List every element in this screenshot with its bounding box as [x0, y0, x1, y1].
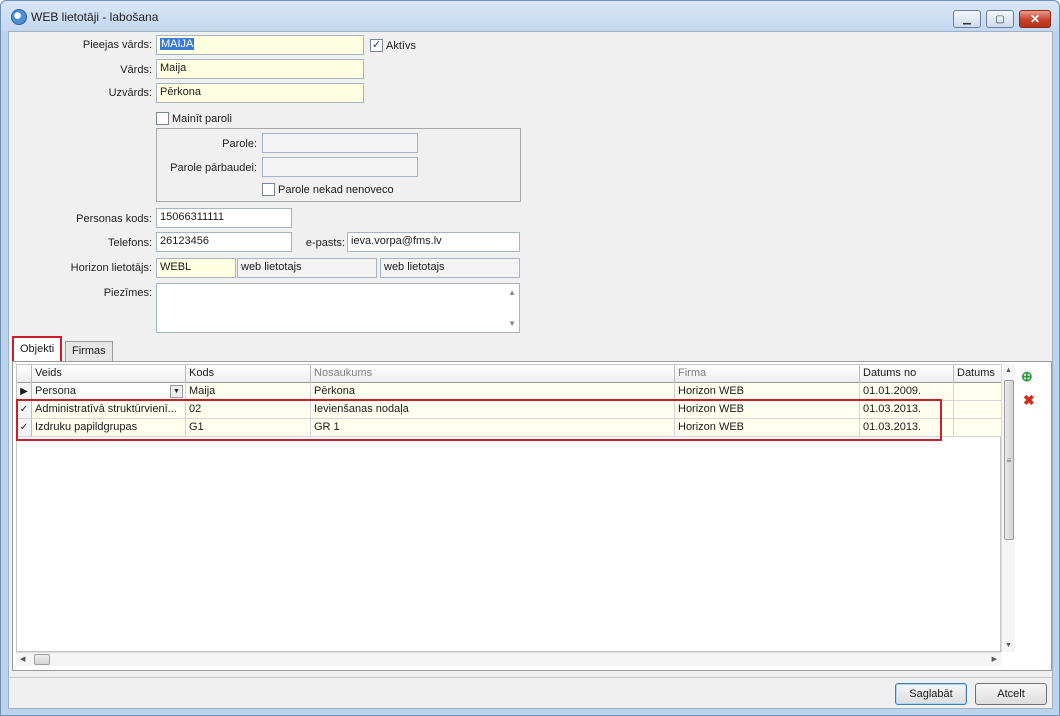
active-checkbox[interactable]: ✓	[370, 39, 383, 52]
login-input[interactable]: MAIJA	[156, 35, 364, 55]
add-row-icon[interactable]: ⊕	[1021, 368, 1033, 385]
never-expires-checkbox[interactable]	[262, 183, 275, 196]
cell-veids-text: Persona	[35, 385, 76, 397]
footer-divider	[9, 677, 1052, 678]
phone-input[interactable]: 26123456	[156, 232, 292, 252]
login-value: MAIJA	[160, 38, 195, 50]
header-indicator	[17, 365, 32, 383]
horizon-user-code-input[interactable]: WEBL	[156, 258, 236, 278]
app-icon	[11, 9, 27, 25]
dropdown-arrow-icon[interactable]: ▼	[170, 385, 183, 398]
column-header-kods[interactable]: Kods	[186, 365, 311, 383]
window-title: WEB lietotāji - labošana	[31, 10, 159, 24]
email-label: e-pasts:	[305, 237, 345, 249]
delete-row-icon[interactable]: ✖	[1023, 392, 1035, 409]
vertical-scrollbar[interactable]: ▲ ≡ ▼	[1001, 364, 1015, 652]
app-window: WEB lietotāji - labošana ▁ ▢ ✕ Pieejas v…	[0, 0, 1060, 716]
column-header-nosaukums[interactable]: Nosaukums	[311, 365, 675, 383]
minimize-button[interactable]: ▁	[953, 10, 981, 28]
column-header-datums-no[interactable]: Datums no	[860, 365, 954, 383]
active-label: Aktīvs	[386, 40, 416, 52]
never-expires-label: Parole nekad nenoveco	[278, 184, 394, 196]
first-name-input[interactable]: Maija	[156, 59, 364, 79]
last-name-input[interactable]: Pērkona	[156, 83, 364, 103]
cancel-button[interactable]: Atcelt	[975, 683, 1047, 705]
scroll-down-icon[interactable]: ▼	[508, 319, 516, 328]
personal-code-input[interactable]: 15066311111	[156, 208, 292, 228]
cell-datums[interactable]	[954, 419, 1002, 437]
objects-grid[interactable]: Veids Kods Nosaukums Firma Datums no Dat…	[16, 364, 1002, 652]
title-bar: WEB lietotāji - labošana ▁ ▢ ✕	[1, 1, 1059, 31]
scroll-up-icon[interactable]: ▲	[508, 288, 516, 297]
tab-firmas[interactable]: Firmas	[65, 341, 113, 361]
column-header-datums[interactable]: Datums	[954, 365, 1002, 383]
horizontal-scrollbar[interactable]: ◀ ▶	[16, 652, 1001, 666]
login-label: Pieejas vārds:	[82, 39, 152, 51]
vertical-scroll-thumb[interactable]: ≡	[1004, 380, 1014, 540]
email-input[interactable]: ieva.vorpa@fms.lv	[347, 232, 520, 252]
horizon-user-name2-field: web lietotajs	[380, 258, 520, 278]
close-button[interactable]: ✕	[1019, 10, 1051, 28]
change-password-checkbox[interactable]	[156, 112, 169, 125]
maximize-button[interactable]: ▢	[986, 10, 1014, 28]
scroll-down-icon[interactable]: ▼	[1005, 642, 1012, 649]
tab-objekti[interactable]: Objekti	[12, 336, 63, 361]
dialog-body: Pieejas vārds: MAIJA ✓ Aktīvs Vārds: Mai…	[8, 31, 1053, 709]
column-header-veids[interactable]: Veids	[32, 365, 186, 383]
scroll-left-icon[interactable]: ◀	[20, 655, 25, 663]
change-password-label: Mainīt paroli	[172, 113, 232, 125]
phone-label: Telefons:	[107, 237, 152, 249]
objects-grid-pane: Veids Kods Nosaukums Firma Datums no Dat…	[12, 361, 1052, 671]
cell-datums[interactable]	[954, 401, 1002, 419]
horizon-user-name-field: web lietotajs	[237, 258, 377, 278]
password-input[interactable]	[262, 133, 418, 153]
grid-header: Veids Kods Nosaukums Firma Datums no Dat…	[17, 365, 1002, 383]
notes-label: Piezīmes:	[103, 287, 152, 299]
personal-code-label: Personas kods:	[76, 213, 152, 225]
scroll-up-icon[interactable]: ▲	[1005, 367, 1012, 374]
selection-highlight	[16, 399, 942, 441]
first-name-label: Vārds:	[120, 64, 152, 76]
scroll-right-icon[interactable]: ▶	[992, 655, 997, 663]
password-confirm-input[interactable]	[262, 157, 418, 177]
horizontal-scroll-thumb[interactable]	[34, 654, 50, 665]
horizon-user-label: Horizon lietotājs:	[70, 262, 152, 274]
cell-datums[interactable]	[954, 383, 1002, 401]
save-button[interactable]: Saglabāt	[895, 683, 967, 705]
notes-textarea[interactable]: ▲ ▼	[156, 283, 520, 333]
column-header-firma[interactable]: Firma	[675, 365, 860, 383]
password-confirm-label: Parole pārbaudei:	[170, 162, 257, 174]
last-name-label: Uzvārds:	[108, 87, 152, 99]
password-label: Parole:	[222, 138, 257, 150]
